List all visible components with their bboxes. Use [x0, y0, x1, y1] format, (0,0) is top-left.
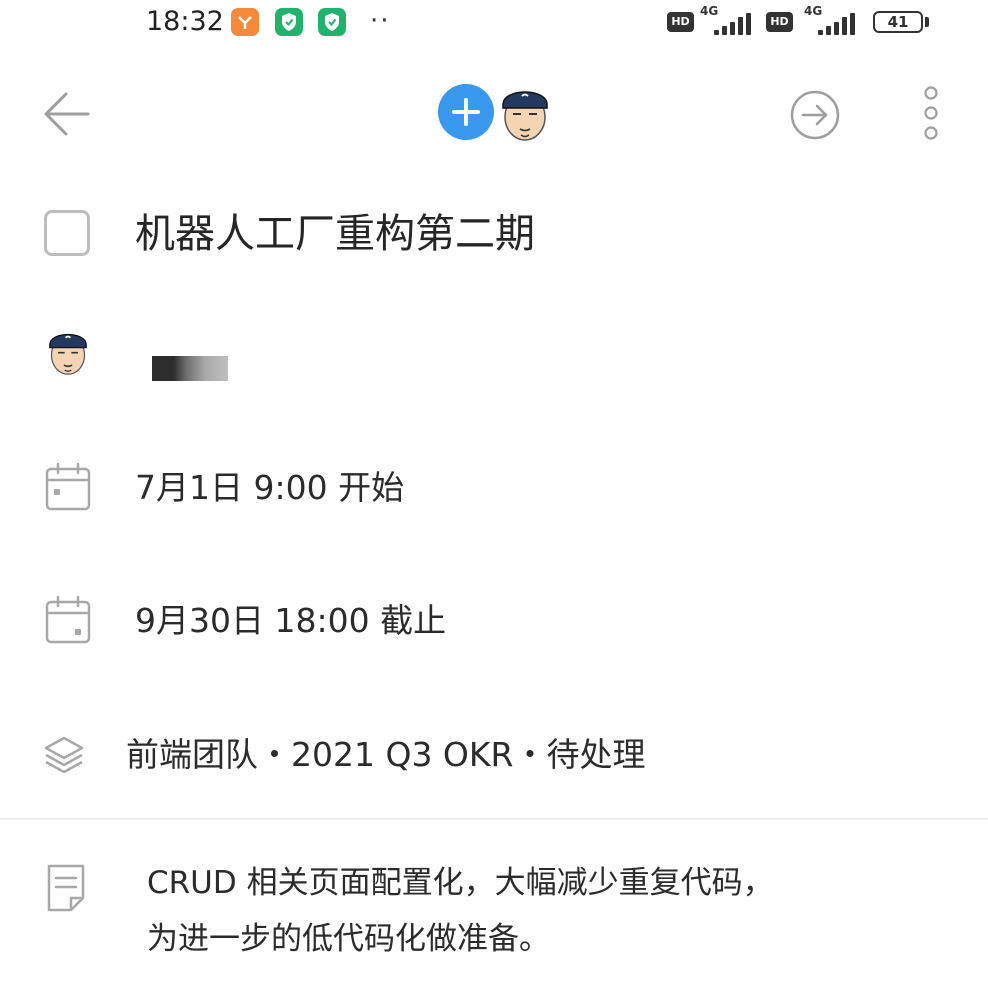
back-button[interactable]: [36, 86, 96, 142]
add-member-button[interactable]: [438, 84, 494, 140]
assignee-avatar[interactable]: [44, 322, 92, 380]
due-date-row[interactable]: 9月30日 18:00 截止: [0, 583, 988, 663]
start-date-row[interactable]: 7月1日 9:00 开始: [0, 450, 988, 530]
task-note-line: CRUD 相关页面配置化，大幅减少重复代码，: [147, 865, 774, 901]
avatar: [502, 91, 548, 141]
project-breadcrumb: 前端团队・2021 Q3 OKR・待处理: [126, 735, 646, 774]
security-app-notification-icon: [275, 8, 303, 36]
arrow-right-circle-icon: [790, 90, 840, 140]
mi-app-notification-icon: [231, 8, 259, 36]
more-vertical-icon: [924, 86, 938, 140]
security-app-notification-icon: [318, 8, 346, 36]
signal-strength-icon: [818, 11, 862, 35]
task-note[interactable]: CRUD 相关页面配置化，大幅减少重复代码， 为进一步的低代码化做准备。: [147, 855, 947, 967]
project-row[interactable]: 前端团队・2021 Q3 OKR・待处理: [0, 722, 988, 792]
hd-voice-badge: HD: [667, 12, 694, 32]
task-title[interactable]: 机器人工厂重构第二期: [135, 206, 535, 262]
battery-tip: [925, 17, 929, 27]
battery-indicator: 41: [873, 11, 923, 33]
calendar-due-icon: [45, 595, 91, 644]
status-time: 18:32: [146, 6, 224, 37]
note-icon: [47, 864, 85, 912]
task-note-line: 为进一步的低代码化做准备。: [147, 921, 550, 957]
divider: [0, 818, 988, 820]
layers-icon: [44, 736, 84, 774]
signal-strength-icon: [714, 11, 758, 35]
hd-voice-badge: HD: [766, 12, 793, 32]
more-notifications-indicator: ··: [370, 6, 391, 36]
start-date-text: 7月1日 9:00 开始: [135, 468, 405, 507]
due-date-text: 9月30日 18:00 截止: [135, 601, 447, 640]
arrow-left-icon: [44, 92, 90, 136]
avatar: [49, 333, 87, 375]
member-avatar[interactable]: [496, 82, 554, 142]
plus-icon: [452, 98, 480, 126]
assignee-name-redacted[interactable]: [152, 356, 228, 381]
more-options-button[interactable]: [912, 82, 950, 144]
calendar-start-icon: [45, 462, 91, 511]
forward-button[interactable]: [788, 88, 842, 142]
task-complete-checkbox[interactable]: [44, 210, 90, 256]
